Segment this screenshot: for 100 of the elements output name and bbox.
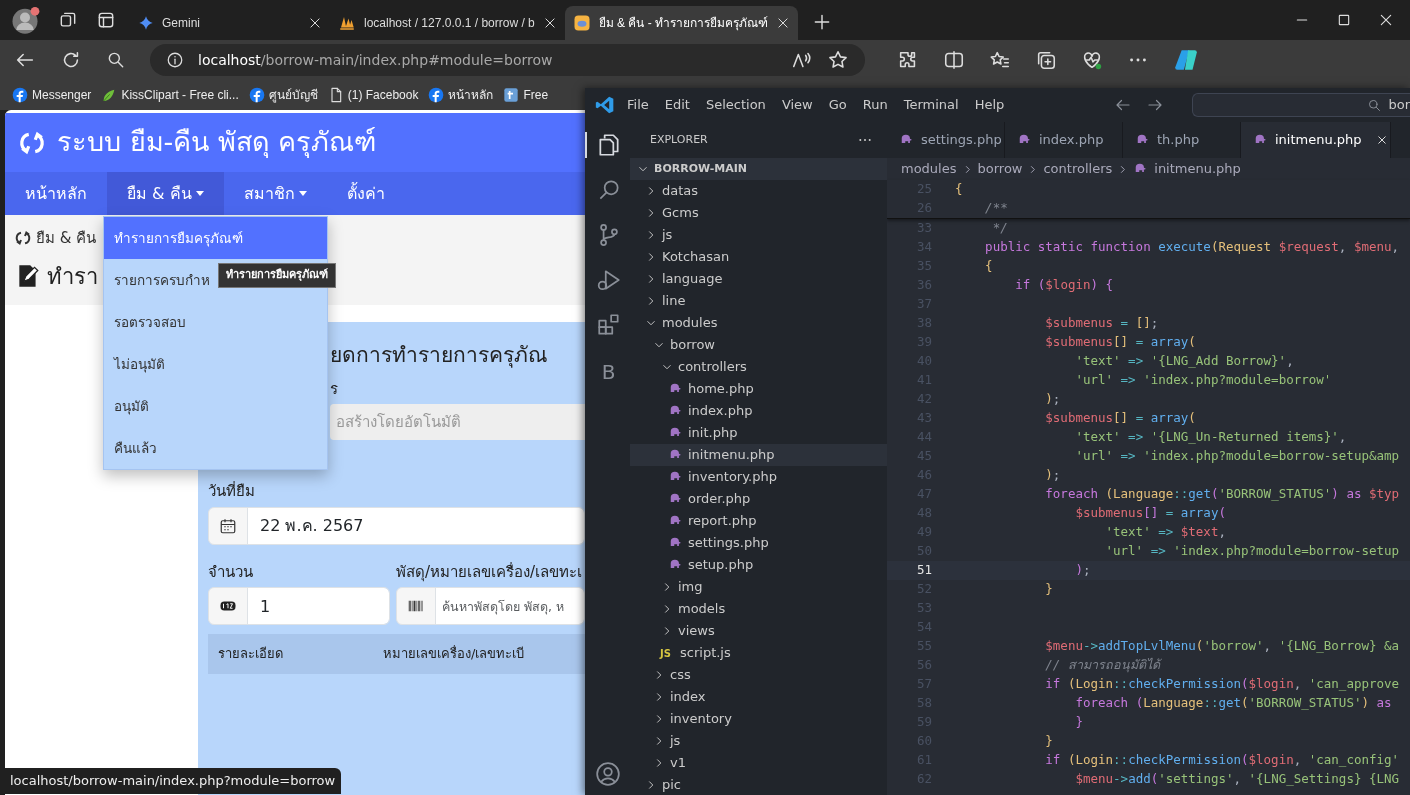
browser-tab[interactable]: ยืม & คืน - ทำรายการยืมครุภัณฑ์ xyxy=(564,6,799,40)
column-header: รายละเอียด xyxy=(218,645,283,664)
tree-item[interactable]: JS script.js xyxy=(630,642,887,664)
browser-tab[interactable]: localhost / 127.0.0.1 / borrow / b xyxy=(330,6,565,40)
code-line: { xyxy=(985,257,993,276)
maximize-icon[interactable] xyxy=(1336,12,1352,28)
extensions-icon[interactable] xyxy=(595,312,622,338)
dropdown-item[interactable]: ไม่อนุมัติ xyxy=(104,343,327,385)
tree-item[interactable]: js xyxy=(630,224,887,246)
breadcrumb-item[interactable]: controllers xyxy=(1043,159,1113,179)
tree-item[interactable]: home.php xyxy=(630,378,887,400)
item-search-field[interactable]: ค้นหาพัสดุโดย พัสดุ, ห xyxy=(435,587,585,625)
close-icon[interactable] xyxy=(776,16,791,30)
tree-item[interactable]: inventory xyxy=(630,708,887,730)
bookmark-link[interactable]: หน้าหลัก xyxy=(428,86,494,104)
tree-item[interactable]: order.php xyxy=(630,488,887,510)
workspaces-icon[interactable] xyxy=(58,10,78,30)
field-label: วันที่ยืม xyxy=(208,480,256,502)
split-screen-icon[interactable] xyxy=(943,49,965,71)
browser-tab[interactable]: Gemini xyxy=(130,6,330,40)
tree-item[interactable]: init.php xyxy=(630,422,887,444)
menu-item[interactable]: Go xyxy=(828,95,847,115)
tree-item[interactable]: line xyxy=(630,290,887,312)
menu-item[interactable]: File xyxy=(627,95,649,115)
tree-item[interactable]: v1 xyxy=(630,752,887,774)
assistant-logo-icon[interactable] xyxy=(1173,47,1199,73)
tree-item[interactable]: report.php xyxy=(630,510,887,532)
dropdown-item[interactable]: ทำรายการยืมครุภัณฑ์ xyxy=(104,217,327,259)
account-icon[interactable] xyxy=(594,761,621,787)
address-bar[interactable]: localhost/borrow-main/index.php#module=borrow xyxy=(150,44,865,76)
tree-item[interactable]: js xyxy=(630,730,887,752)
breadcrumb-link[interactable]: ยืม & คืน xyxy=(36,227,97,250)
tree-item[interactable]: index xyxy=(630,686,887,708)
dropdown-item[interactable]: รอตรวจสอบ xyxy=(104,301,327,343)
editor-tab[interactable]: index.php xyxy=(1005,122,1123,158)
code-line: ); xyxy=(1075,561,1091,580)
code-line: if (Login::checkPermission($login, 'can_approve xyxy=(1045,675,1400,694)
tree-item[interactable]: borrow xyxy=(630,334,887,356)
tab-actions-icon[interactable] xyxy=(96,10,116,30)
code-line: $submenus = []; xyxy=(1045,314,1159,333)
editor-tab[interactable]: settings.php xyxy=(887,122,1005,158)
bookmark-link[interactable]: Messenger xyxy=(12,86,92,104)
tree-item[interactable]: Gcms xyxy=(630,202,887,224)
editor-logo-icon[interactable] xyxy=(595,95,615,115)
column-header: หมายเลขเครื่อง/เลขทะเบี xyxy=(383,644,525,664)
tree-item[interactable]: setup.php xyxy=(630,554,887,576)
search-icon[interactable] xyxy=(106,50,126,70)
tree-item[interactable]: language xyxy=(630,268,887,290)
bookmark-link[interactable]: Free xyxy=(503,86,549,104)
activity-letter[interactable]: B xyxy=(601,357,616,387)
star-icon[interactable] xyxy=(827,49,849,71)
code-line: $submenus[] = array( xyxy=(1045,333,1196,352)
close-icon[interactable] xyxy=(308,16,322,30)
code-line: 'url' => 'index.php?module=borrow' xyxy=(1075,371,1332,390)
social-logo-icon xyxy=(12,87,28,103)
field-label: จำนวน xyxy=(208,561,254,583)
nav-item[interactable]: ตั้งค่า xyxy=(326,172,405,215)
tree-item[interactable]: controllers xyxy=(630,356,887,378)
nav-item[interactable]: ยืม & คืน xyxy=(107,172,224,215)
close-icon[interactable] xyxy=(1378,12,1394,28)
breadcrumb-item[interactable]: initmenu.php xyxy=(1154,159,1241,179)
quantity-field[interactable]: 1 xyxy=(247,587,390,625)
command-search-field[interactable]: bor xyxy=(1192,93,1410,117)
tree-item[interactable]: img xyxy=(630,576,887,598)
tree-item[interactable]: inventory.php xyxy=(630,466,887,488)
nav-item[interactable]: สมาชิก xyxy=(223,172,327,215)
dropdown-item[interactable]: อนุมัติ xyxy=(104,385,327,427)
heart-pulse-icon[interactable] xyxy=(1081,49,1103,71)
tree-item[interactable]: css xyxy=(630,664,887,686)
close-icon[interactable] xyxy=(542,16,557,30)
dropdown-item[interactable]: คืนแล้ว xyxy=(104,427,327,469)
breadcrumb-item[interactable]: borrow xyxy=(977,159,1023,179)
bookmark-link[interactable]: KissClipart - Free cli... xyxy=(101,86,239,104)
menu-item[interactable]: Selection xyxy=(705,95,766,115)
profile-avatar[interactable] xyxy=(10,5,40,35)
tree-item[interactable]: pic xyxy=(630,774,887,795)
menu-item[interactable]: Edit xyxy=(664,95,690,115)
nav-item[interactable]: หน้าหลัก xyxy=(5,172,107,215)
tree-item[interactable]: settings.php xyxy=(630,532,887,554)
close-icon[interactable] xyxy=(1375,134,1388,146)
bookmark-link[interactable]: ศูนย์บัญชี xyxy=(248,86,318,104)
date-field[interactable]: 22 พ.ค. 2567 xyxy=(247,506,585,545)
bookmark-link[interactable]: (1) Facebook xyxy=(327,86,419,104)
menu-item[interactable]: Run xyxy=(862,95,888,115)
tree-item[interactable]: models xyxy=(630,598,887,620)
collections-icon[interactable] xyxy=(1035,49,1057,71)
code-line: 'url' => 'index.php?module=borrow-setup xyxy=(1105,542,1400,561)
breadcrumb-item[interactable]: modules xyxy=(901,159,957,179)
tree-item[interactable]: initmenu.php xyxy=(630,444,887,466)
tree-item[interactable]: BORROW-MAIN xyxy=(630,158,887,180)
tree-item[interactable]: datas xyxy=(630,180,887,202)
menu-item[interactable]: View xyxy=(781,95,813,115)
tree-item[interactable]: Kotchasan xyxy=(630,246,887,268)
editor-tab[interactable]: initmenu.php xyxy=(1241,122,1391,158)
tree-item[interactable]: views xyxy=(630,620,887,642)
tree-item[interactable]: modules xyxy=(630,312,887,334)
tree-item[interactable]: index.php xyxy=(630,400,887,422)
menu-item[interactable]: Help xyxy=(974,95,1005,115)
menu-item[interactable]: Terminal xyxy=(903,95,959,115)
app-icon xyxy=(572,14,591,32)
